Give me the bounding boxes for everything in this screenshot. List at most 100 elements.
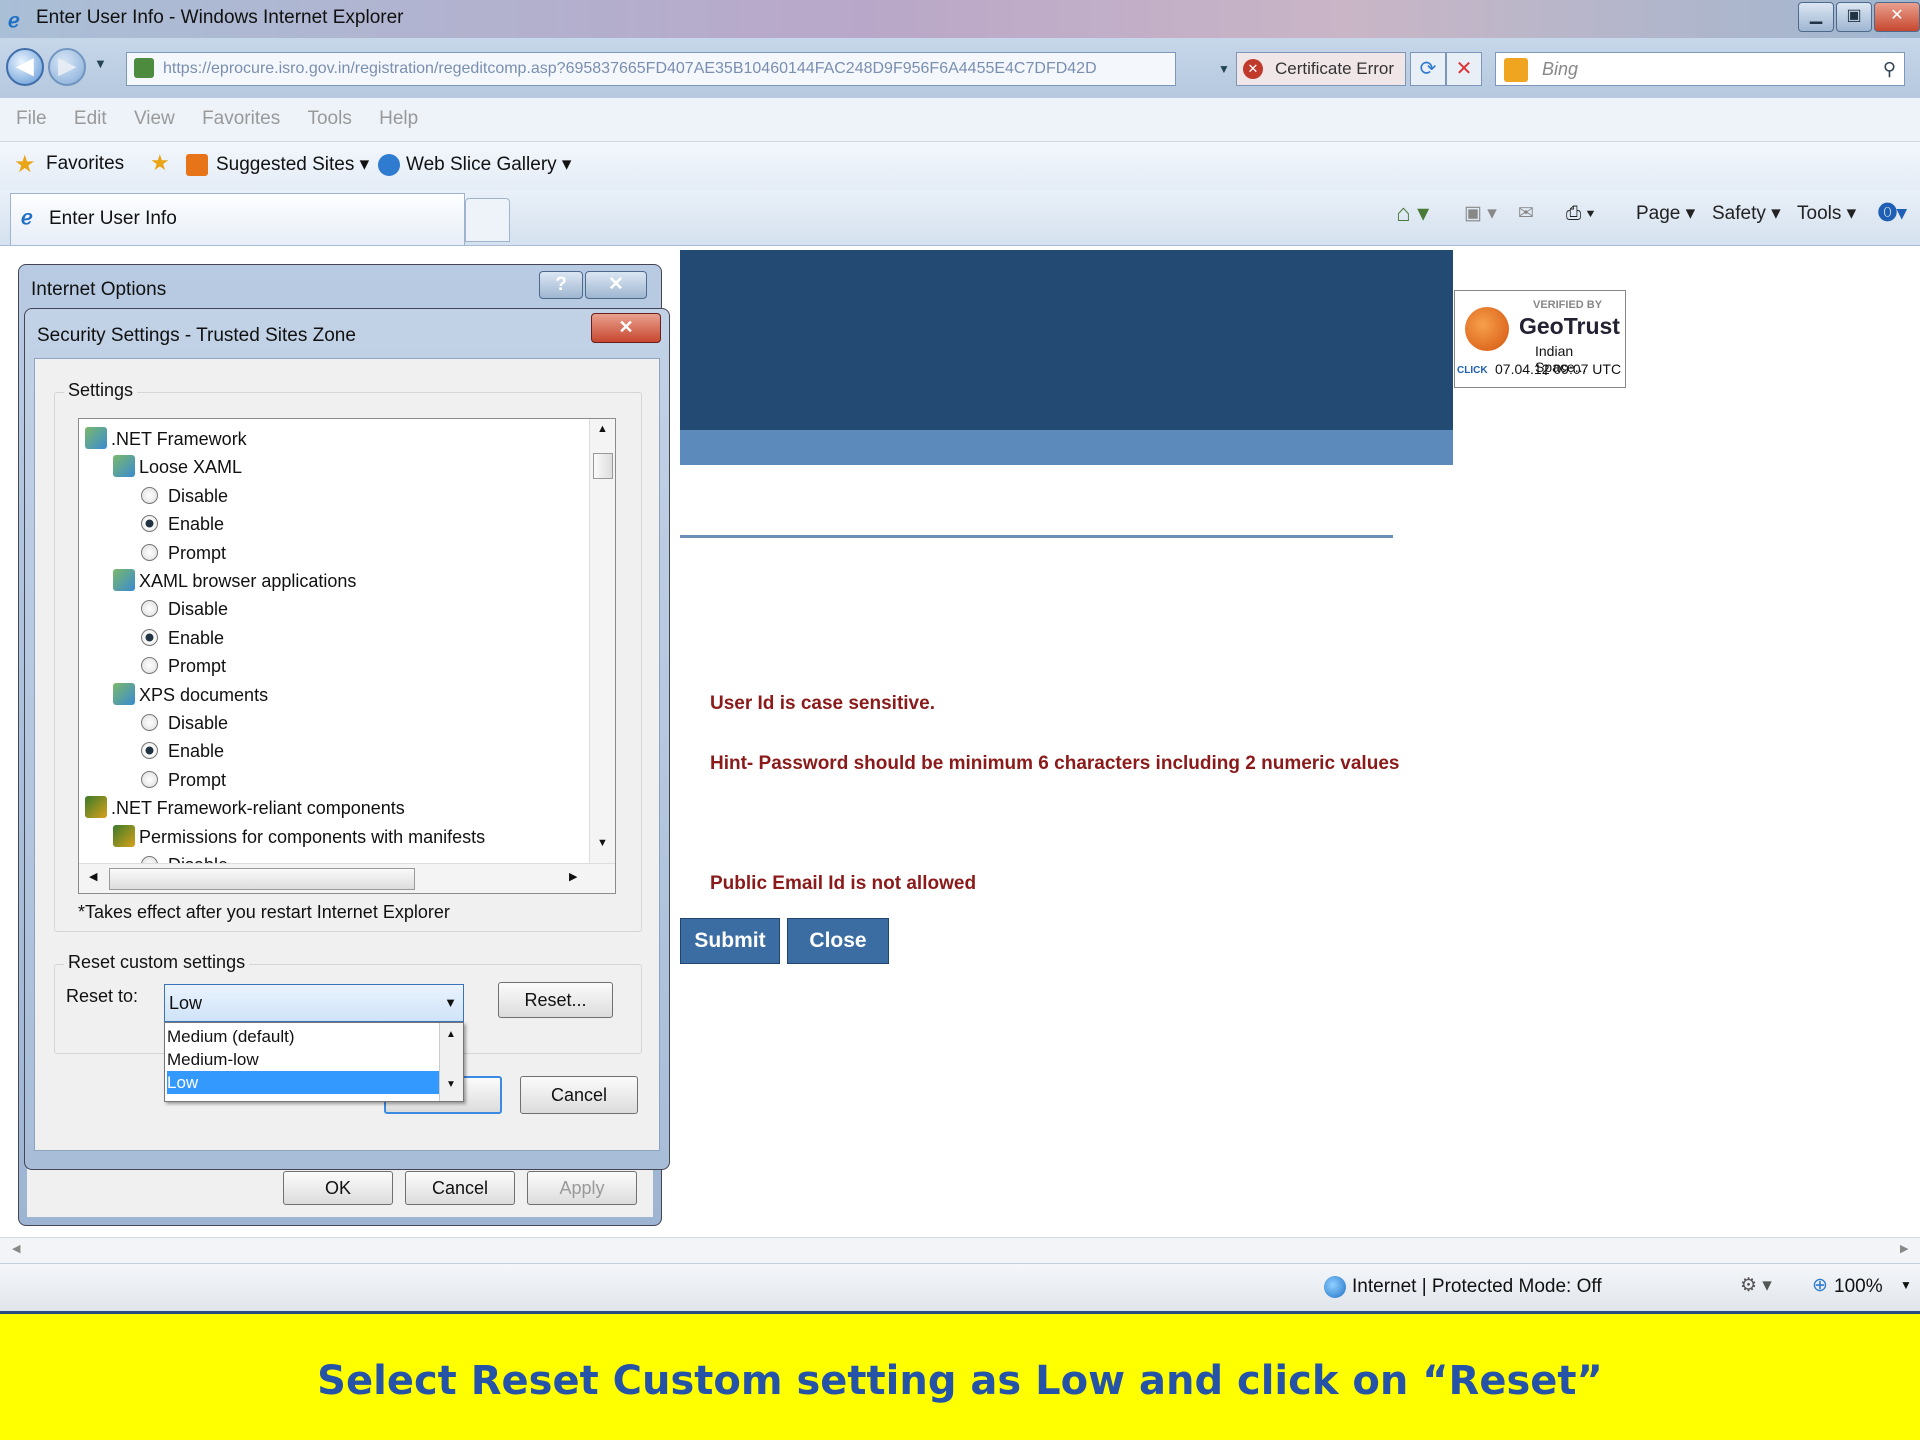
- tree-radio-option[interactable]: Enable: [141, 624, 224, 652]
- security-zone[interactable]: Internet | Protected Mode: Off: [1352, 1276, 1602, 1298]
- scroll-right-icon[interactable]: ▶: [569, 870, 577, 883]
- page-scroll-left-icon[interactable]: ◀: [12, 1242, 20, 1255]
- favorites-button[interactable]: Favorites: [46, 153, 124, 175]
- tree-category[interactable]: XPS documents: [113, 681, 268, 709]
- refresh-button[interactable]: ⟳: [1410, 52, 1446, 86]
- search-input[interactable]: Bing ⚲: [1495, 52, 1905, 86]
- print-icon[interactable]: ⎙ ▾: [1566, 196, 1594, 232]
- security-cancel-button[interactable]: Cancel: [520, 1076, 638, 1114]
- radio-unchecked-icon: [141, 714, 158, 731]
- reset-button[interactable]: Reset...: [498, 982, 613, 1018]
- web-slice-gallery-link[interactable]: Web Slice Gallery ▾: [406, 153, 571, 176]
- tree-radio-option[interactable]: Enable: [141, 737, 224, 765]
- scroll-left-icon[interactable]: ◀: [89, 870, 97, 883]
- menu-favorites[interactable]: Favorites: [202, 98, 280, 140]
- geotrust-stamp: 07.04.12 09:07 UTC: [1495, 361, 1622, 377]
- history-dropdown-icon[interactable]: ▼: [94, 56, 107, 71]
- add-favorites-icon[interactable]: ★: [150, 150, 170, 176]
- dropdown-option-low[interactable]: Low: [167, 1071, 439, 1094]
- tree-radio-option[interactable]: Enable: [141, 510, 224, 538]
- tree-category[interactable]: Loose XAML: [113, 453, 242, 481]
- reset-to-select[interactable]: Low ▼: [164, 984, 464, 1022]
- tree-radio-option[interactable]: Prompt: [141, 766, 226, 794]
- settings-tree[interactable]: .NET Framework Loose XAML Disable Enable Pro…: [78, 418, 616, 894]
- menu-tools[interactable]: Tools: [307, 98, 351, 140]
- email-hint: Public Email Id is not allowed: [710, 873, 977, 894]
- dropdown-option-medium[interactable]: Medium (default): [167, 1025, 437, 1048]
- page-menu[interactable]: Page ▾: [1636, 196, 1695, 232]
- internet-options-cancel-button[interactable]: Cancel: [405, 1171, 515, 1205]
- page-scroll-right-icon[interactable]: ▶: [1900, 1242, 1908, 1255]
- scroll-thumb[interactable]: [593, 453, 613, 479]
- back-button[interactable]: ◀: [6, 48, 44, 86]
- reset-dropdown-list[interactable]: Medium (default) Medium-low Low ▲ ▼: [164, 1022, 464, 1102]
- dropdown-scrollbar[interactable]: ▲ ▼: [439, 1023, 463, 1101]
- certificate-error[interactable]: ✕ Certificate Error: [1236, 52, 1406, 86]
- maximize-button[interactable]: ▣: [1836, 2, 1872, 32]
- tree-radio-option[interactable]: Prompt: [141, 539, 226, 567]
- page-hscrollbar[interactable]: ◀ ▶: [0, 1237, 1920, 1263]
- feeds-icon[interactable]: ▣ ▾: [1464, 196, 1497, 232]
- address-dropdown-icon[interactable]: ▼: [1218, 62, 1230, 76]
- submit-button[interactable]: Submit: [680, 918, 780, 964]
- zoom-level[interactable]: 100%: [1834, 1276, 1883, 1298]
- globe-icon: [1324, 1276, 1346, 1298]
- close-dialog-icon[interactable]: ✕: [585, 271, 647, 299]
- tree-radio-option[interactable]: Prompt: [141, 652, 226, 680]
- geotrust-click: CLICK: [1457, 365, 1488, 376]
- instruction-caption: Select Reset Custom setting as Low and c…: [0, 1311, 1920, 1440]
- tree-category[interactable]: .NET Framework-reliant components: [85, 794, 405, 822]
- zoom-dropdown-icon[interactable]: ▼: [1900, 1278, 1912, 1292]
- safety-menu[interactable]: Safety ▾: [1712, 196, 1781, 232]
- geotrust-seal[interactable]: VERIFIED BY GeoTrust Indian Space... CLI…: [1454, 290, 1626, 388]
- close-window-button[interactable]: ✕: [1874, 2, 1920, 32]
- scroll-up-icon[interactable]: ▲: [597, 423, 608, 435]
- security-close-button[interactable]: ✕: [591, 313, 661, 343]
- menu-edit[interactable]: Edit: [74, 98, 107, 140]
- forward-button[interactable]: ▶: [48, 48, 86, 86]
- radio-checked-icon: [141, 515, 158, 533]
- tools-menu[interactable]: Tools ▾: [1797, 196, 1856, 232]
- tree-radio-option[interactable]: Disable: [141, 709, 228, 737]
- dropdown-scroll-down-icon[interactable]: ▼: [446, 1079, 456, 1090]
- restart-note: *Takes effect after you restart Internet…: [78, 902, 450, 922]
- radio-unchecked-icon: [141, 486, 158, 504]
- radio-checked-icon: [141, 742, 158, 760]
- suggested-sites-link[interactable]: Suggested Sites ▾: [216, 153, 369, 176]
- zoom-icon: ⊕: [1812, 1275, 1828, 1296]
- menu-file[interactable]: File: [16, 98, 47, 140]
- tree-category[interactable]: Permissions for components with manifest…: [113, 823, 485, 851]
- dropdown-scroll-up-icon[interactable]: ▲: [446, 1029, 456, 1040]
- close-button[interactable]: Close: [787, 918, 889, 964]
- home-icon[interactable]: ⌂ ▾: [1396, 196, 1429, 232]
- tree-vscroll[interactable]: ▲ ▼: [589, 419, 615, 863]
- help-icon[interactable]: ⓿▾: [1878, 196, 1907, 232]
- internet-options-apply-button[interactable]: Apply: [527, 1171, 637, 1205]
- zone-settings-icon[interactable]: ⚙ ▾: [1740, 1274, 1772, 1297]
- password-hint: Hint- Password should be minimum 6 chara…: [710, 753, 1400, 774]
- scroll-down-icon[interactable]: ▼: [597, 837, 608, 849]
- dropdown-option-medium-low[interactable]: Medium-low: [167, 1048, 437, 1071]
- mail-icon[interactable]: ✉: [1518, 196, 1534, 232]
- tree-category[interactable]: .NET Framework: [85, 425, 247, 453]
- menu-view[interactable]: View: [134, 98, 175, 140]
- search-icon[interactable]: ⚲: [1883, 53, 1896, 85]
- hscroll-thumb[interactable]: [109, 868, 415, 890]
- stop-button[interactable]: ✕: [1446, 52, 1482, 86]
- internet-options-ok-button[interactable]: OK: [283, 1171, 393, 1205]
- tree-item-label: Prompt: [168, 542, 227, 563]
- address-bar[interactable]: https://eprocure.isro.gov.in/registratio…: [126, 52, 1176, 86]
- help-button[interactable]: ?: [539, 271, 583, 299]
- settings-folder-icon: [85, 427, 107, 449]
- tree-item-label: Prompt: [168, 656, 227, 677]
- menu-help[interactable]: Help: [379, 98, 418, 140]
- new-tab-button[interactable]: [465, 198, 510, 242]
- minimize-button[interactable]: ▁: [1798, 2, 1834, 32]
- tree-category[interactable]: XAML browser applications: [113, 567, 356, 595]
- tree-radio-option[interactable]: Disable: [141, 482, 228, 510]
- tree-hscroll[interactable]: ◀ ▶: [79, 863, 615, 893]
- tab-enter-user-info[interactable]: ℯ Enter User Info: [10, 193, 465, 245]
- favorites-bar: ★ Favorites ★ Suggested Sites ▾ Web Slic…: [0, 142, 1920, 190]
- tree-radio-option[interactable]: Disable: [141, 595, 228, 623]
- settings-folder-icon: [113, 569, 135, 591]
